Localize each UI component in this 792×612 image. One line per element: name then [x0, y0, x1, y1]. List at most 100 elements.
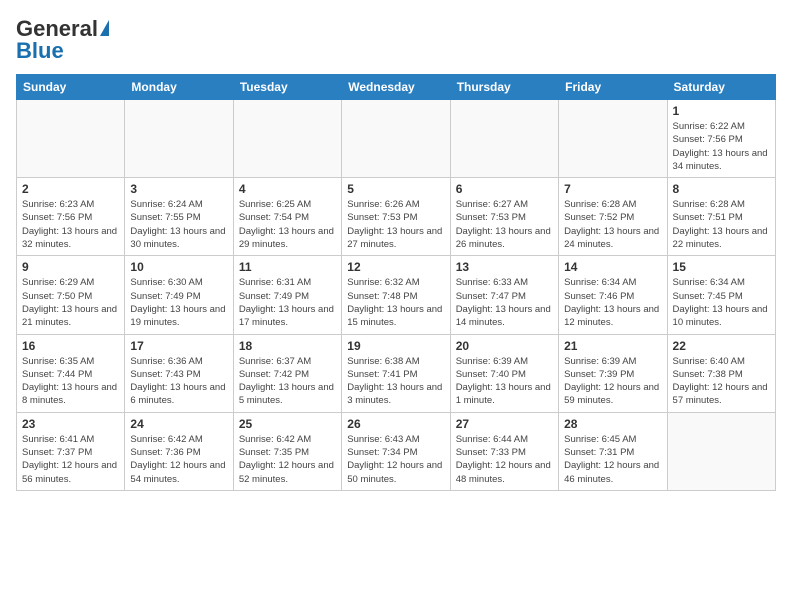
day-info: Sunrise: 6:28 AM Sunset: 7:51 PM Dayligh…: [673, 198, 770, 251]
calendar-cell: 7 Sunrise: 6:28 AM Sunset: 7:52 PM Daylig…: [559, 178, 667, 256]
calendar-cell: 24 Sunrise: 6:42 AM Sunset: 7:36 PM Dayli…: [125, 412, 233, 490]
day-info: Sunrise: 6:22 AM Sunset: 7:56 PM Dayligh…: [673, 120, 770, 173]
calendar-cell: 21 Sunrise: 6:39 AM Sunset: 7:39 PM Dayli…: [559, 334, 667, 412]
day-number: 24: [130, 417, 227, 431]
page-header: General Blue: [16, 16, 776, 64]
day-number: 5: [347, 182, 444, 196]
day-number: 1: [673, 104, 770, 118]
day-info: Sunrise: 6:42 AM Sunset: 7:36 PM Dayligh…: [130, 433, 227, 486]
day-info: Sunrise: 6:24 AM Sunset: 7:55 PM Dayligh…: [130, 198, 227, 251]
logo: General Blue: [16, 16, 109, 64]
day-number: 20: [456, 339, 553, 353]
day-number: 11: [239, 260, 336, 274]
calendar-cell: [342, 100, 450, 178]
day-number: 19: [347, 339, 444, 353]
calendar-cell: 18 Sunrise: 6:37 AM Sunset: 7:42 PM Dayli…: [233, 334, 341, 412]
calendar-cell: 17 Sunrise: 6:36 AM Sunset: 7:43 PM Dayli…: [125, 334, 233, 412]
day-number: 17: [130, 339, 227, 353]
day-info: Sunrise: 6:40 AM Sunset: 7:38 PM Dayligh…: [673, 355, 770, 408]
day-number: 18: [239, 339, 336, 353]
day-number: 15: [673, 260, 770, 274]
calendar-week-row-2: 2 Sunrise: 6:23 AM Sunset: 7:56 PM Daylig…: [17, 178, 776, 256]
day-number: 8: [673, 182, 770, 196]
day-info: Sunrise: 6:29 AM Sunset: 7:50 PM Dayligh…: [22, 276, 119, 329]
day-number: 7: [564, 182, 661, 196]
calendar-cell: 10 Sunrise: 6:30 AM Sunset: 7:49 PM Dayli…: [125, 256, 233, 334]
calendar-cell: 3 Sunrise: 6:24 AM Sunset: 7:55 PM Daylig…: [125, 178, 233, 256]
day-info: Sunrise: 6:26 AM Sunset: 7:53 PM Dayligh…: [347, 198, 444, 251]
calendar-cell: 23 Sunrise: 6:41 AM Sunset: 7:37 PM Dayli…: [17, 412, 125, 490]
day-info: Sunrise: 6:25 AM Sunset: 7:54 PM Dayligh…: [239, 198, 336, 251]
day-info: Sunrise: 6:27 AM Sunset: 7:53 PM Dayligh…: [456, 198, 553, 251]
calendar-cell: 1 Sunrise: 6:22 AM Sunset: 7:56 PM Daylig…: [667, 100, 775, 178]
calendar-table: SundayMondayTuesdayWednesdayThursdayFrid…: [16, 74, 776, 491]
calendar-cell: 13Sunrise: 6:33 AM Sunset: 7:47 PM Dayli…: [450, 256, 558, 334]
day-info: Sunrise: 6:31 AM Sunset: 7:49 PM Dayligh…: [239, 276, 336, 329]
calendar-cell: 22 Sunrise: 6:40 AM Sunset: 7:38 PM Dayli…: [667, 334, 775, 412]
day-info: Sunrise: 6:36 AM Sunset: 7:43 PM Dayligh…: [130, 355, 227, 408]
calendar-week-row-4: 16 Sunrise: 6:35 AM Sunset: 7:44 PM Dayli…: [17, 334, 776, 412]
day-number: 9: [22, 260, 119, 274]
day-number: 6: [456, 182, 553, 196]
day-number: 27: [456, 417, 553, 431]
day-number: 16: [22, 339, 119, 353]
day-info: Sunrise: 6:30 AM Sunset: 7:49 PM Dayligh…: [130, 276, 227, 329]
day-number: 10: [130, 260, 227, 274]
day-info: Sunrise: 6:43 AM Sunset: 7:34 PM Dayligh…: [347, 433, 444, 486]
weekday-header-row: SundayMondayTuesdayWednesdayThursdayFrid…: [17, 75, 776, 100]
day-info: Sunrise: 6:39 AM Sunset: 7:40 PM Dayligh…: [456, 355, 553, 408]
logo-triangle-icon: [100, 20, 109, 36]
day-number: 2: [22, 182, 119, 196]
calendar-cell: [233, 100, 341, 178]
calendar-cell: 16 Sunrise: 6:35 AM Sunset: 7:44 PM Dayli…: [17, 334, 125, 412]
calendar-cell: [667, 412, 775, 490]
day-info: Sunrise: 6:38 AM Sunset: 7:41 PM Dayligh…: [347, 355, 444, 408]
calendar-cell: [125, 100, 233, 178]
calendar-cell: 14 Sunrise: 6:34 AM Sunset: 7:46 PM Dayli…: [559, 256, 667, 334]
calendar-week-row-5: 23 Sunrise: 6:41 AM Sunset: 7:37 PM Dayli…: [17, 412, 776, 490]
day-info: Sunrise: 6:45 AM Sunset: 7:31 PM Dayligh…: [564, 433, 661, 486]
calendar-cell: 26 Sunrise: 6:43 AM Sunset: 7:34 PM Dayli…: [342, 412, 450, 490]
calendar-cell: [450, 100, 558, 178]
calendar-cell: 28Sunrise: 6:45 AM Sunset: 7:31 PM Dayli…: [559, 412, 667, 490]
day-info: Sunrise: 6:23 AM Sunset: 7:56 PM Dayligh…: [22, 198, 119, 251]
day-number: 21: [564, 339, 661, 353]
day-info: Sunrise: 6:41 AM Sunset: 7:37 PM Dayligh…: [22, 433, 119, 486]
calendar-cell: 2 Sunrise: 6:23 AM Sunset: 7:56 PM Daylig…: [17, 178, 125, 256]
weekday-header-monday: Monday: [125, 75, 233, 100]
day-number: 22: [673, 339, 770, 353]
day-info: Sunrise: 6:37 AM Sunset: 7:42 PM Dayligh…: [239, 355, 336, 408]
weekday-header-friday: Friday: [559, 75, 667, 100]
day-info: Sunrise: 6:28 AM Sunset: 7:52 PM Dayligh…: [564, 198, 661, 251]
calendar-cell: 5 Sunrise: 6:26 AM Sunset: 7:53 PM Daylig…: [342, 178, 450, 256]
calendar-cell: 4 Sunrise: 6:25 AM Sunset: 7:54 PM Daylig…: [233, 178, 341, 256]
calendar-cell: 8 Sunrise: 6:28 AM Sunset: 7:51 PM Daylig…: [667, 178, 775, 256]
calendar-cell: 25Sunrise: 6:42 AM Sunset: 7:35 PM Dayli…: [233, 412, 341, 490]
calendar-cell: [17, 100, 125, 178]
day-number: 3: [130, 182, 227, 196]
day-info: Sunrise: 6:33 AM Sunset: 7:47 PM Dayligh…: [456, 276, 553, 329]
day-info: Sunrise: 6:34 AM Sunset: 7:46 PM Dayligh…: [564, 276, 661, 329]
calendar-cell: 19 Sunrise: 6:38 AM Sunset: 7:41 PM Dayli…: [342, 334, 450, 412]
day-number: 4: [239, 182, 336, 196]
day-info: Sunrise: 6:34 AM Sunset: 7:45 PM Dayligh…: [673, 276, 770, 329]
day-number: 23: [22, 417, 119, 431]
calendar-cell: 15 Sunrise: 6:34 AM Sunset: 7:45 PM Dayli…: [667, 256, 775, 334]
calendar-cell: 9 Sunrise: 6:29 AM Sunset: 7:50 PM Daylig…: [17, 256, 125, 334]
day-number: 26: [347, 417, 444, 431]
day-info: Sunrise: 6:39 AM Sunset: 7:39 PM Dayligh…: [564, 355, 661, 408]
weekday-header-sunday: Sunday: [17, 75, 125, 100]
day-info: Sunrise: 6:35 AM Sunset: 7:44 PM Dayligh…: [22, 355, 119, 408]
logo-blue: Blue: [16, 38, 64, 64]
calendar-cell: 20 Sunrise: 6:39 AM Sunset: 7:40 PM Dayli…: [450, 334, 558, 412]
calendar-cell: [559, 100, 667, 178]
calendar-cell: 27 Sunrise: 6:44 AM Sunset: 7:33 PM Dayli…: [450, 412, 558, 490]
weekday-header-saturday: Saturday: [667, 75, 775, 100]
day-number: 12: [347, 260, 444, 274]
weekday-header-thursday: Thursday: [450, 75, 558, 100]
calendar-week-row-1: 1 Sunrise: 6:22 AM Sunset: 7:56 PM Daylig…: [17, 100, 776, 178]
day-info: Sunrise: 6:44 AM Sunset: 7:33 PM Dayligh…: [456, 433, 553, 486]
calendar-cell: 11 Sunrise: 6:31 AM Sunset: 7:49 PM Dayli…: [233, 256, 341, 334]
day-number: 14: [564, 260, 661, 274]
weekday-header-tuesday: Tuesday: [233, 75, 341, 100]
